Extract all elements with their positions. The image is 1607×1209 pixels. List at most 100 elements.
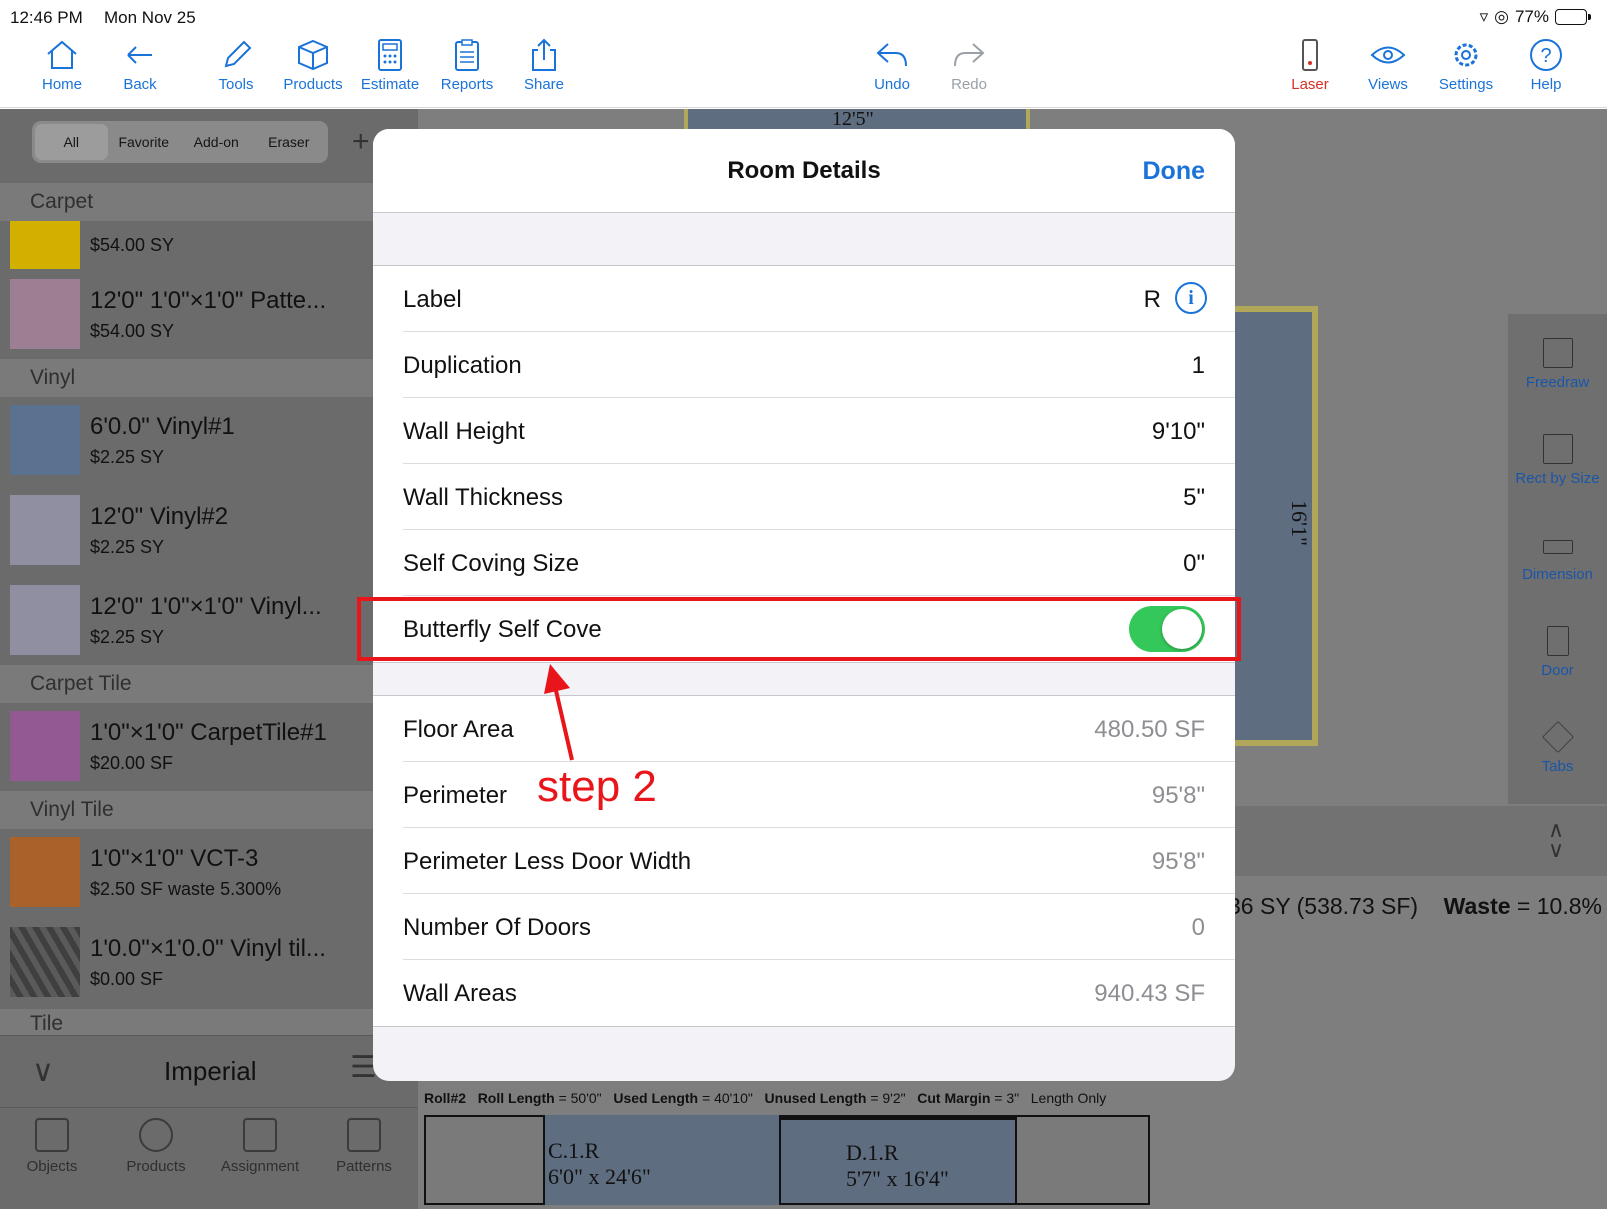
status-right: ▿ ◎ 77% bbox=[1479, 7, 1591, 27]
home-label: Home bbox=[41, 76, 82, 93]
filter-segmented-control: All Favorite Add-on Eraser bbox=[32, 121, 328, 163]
info-icon[interactable]: i bbox=[1175, 282, 1207, 314]
wall-thickness-value[interactable]: 5" bbox=[1183, 484, 1205, 512]
label-row[interactable]: Label R i bbox=[403, 266, 1235, 332]
home-icon bbox=[47, 40, 77, 69]
list-item[interactable]: 12'0" Vinyl#2 $2.25 SY bbox=[10, 495, 418, 569]
cut-d1r-size: 5'7" x 16'4" bbox=[846, 1166, 949, 1191]
duplication-label: Duplication bbox=[403, 352, 522, 379]
objects-icon bbox=[35, 1118, 69, 1152]
views-label: Views bbox=[1368, 76, 1408, 93]
tab-products[interactable]: Products bbox=[104, 1118, 208, 1175]
modal-header: Room Details Done bbox=[373, 129, 1235, 213]
share-button[interactable]: Share bbox=[506, 38, 582, 102]
reports-button[interactable]: Reports bbox=[429, 38, 505, 102]
tools-button[interactable]: Tools bbox=[198, 38, 274, 102]
product-name: 12'0" 1'0"×1'0" Patte... bbox=[90, 287, 327, 314]
tabs-label: Tabs bbox=[1541, 758, 1574, 775]
done-button[interactable]: Done bbox=[1143, 157, 1206, 186]
list-item[interactable]: 6'0.0" Vinyl#1 $2.25 SY bbox=[10, 405, 418, 479]
self-coving-value[interactable]: 0" bbox=[1183, 550, 1205, 578]
tab-assignment[interactable]: Assignment bbox=[208, 1118, 312, 1175]
back-button[interactable]: Back bbox=[102, 38, 178, 102]
tab-patterns[interactable]: Patterns bbox=[312, 1118, 416, 1175]
location-icon: ◎ bbox=[1494, 7, 1509, 26]
tab-objects[interactable]: Objects bbox=[0, 1118, 104, 1175]
floor-area-row: Floor Area 480.50 SF bbox=[403, 696, 1235, 762]
help-button[interactable]: ? Help bbox=[1508, 38, 1584, 102]
status-bar: 12:46 PM Mon Nov 25 ▿ ◎ 77% bbox=[0, 0, 1607, 32]
highlight-box bbox=[357, 597, 1241, 661]
rect-by-size-button[interactable]: Rect by Size bbox=[1508, 434, 1607, 487]
unused-length: = 9'2" bbox=[870, 1090, 906, 1106]
top-toolbar: Home Back Tools Products Estimate Report… bbox=[0, 32, 1607, 108]
product-name: 1'0"×1'0" VCT-3 bbox=[90, 845, 259, 872]
calculator-icon bbox=[378, 39, 402, 71]
wall-thickness-row[interactable]: Wall Thickness 5" bbox=[403, 464, 1235, 530]
dimension-button[interactable]: Dimension bbox=[1508, 530, 1607, 583]
chevron-down-icon[interactable]: ∨ bbox=[32, 1054, 54, 1089]
filter-favorite[interactable]: Favorite bbox=[108, 124, 181, 160]
clipboard-icon bbox=[455, 39, 479, 71]
wall-thickness-label: Wall Thickness bbox=[403, 484, 564, 511]
product-swatch bbox=[10, 927, 80, 997]
duplication-value[interactable]: 1 bbox=[1192, 352, 1205, 380]
list-item[interactable]: 1'0"×1'0" VCT-3 $2.50 SF waste 5.300% bbox=[10, 837, 418, 911]
wifi-icon: ▿ bbox=[1479, 7, 1489, 26]
help-label: Help bbox=[1530, 76, 1562, 93]
number-of-doors-row: Number Of Doors 0 bbox=[403, 894, 1235, 960]
freedraw-icon bbox=[1542, 338, 1573, 368]
product-name: 6'0.0" Vinyl#1 bbox=[90, 413, 235, 440]
laser-button[interactable]: Laser bbox=[1272, 38, 1348, 102]
summary-text: 36 SY (538.73 SF) Waste = 10.8% bbox=[1228, 893, 1602, 920]
door-button[interactable]: Door bbox=[1508, 626, 1607, 679]
share-label: Share bbox=[523, 76, 565, 93]
filter-eraser[interactable]: Eraser bbox=[253, 124, 326, 160]
product-price: $54.00 SY bbox=[90, 235, 175, 255]
checklist-icon bbox=[243, 1118, 277, 1152]
perimeter-row: Perimeter 95'8" bbox=[403, 762, 1235, 828]
filter-all[interactable]: All bbox=[35, 124, 108, 160]
list-item[interactable]: 1'0"×1'0" CarpetTile#1 $20.00 SF bbox=[10, 711, 418, 785]
product-swatch bbox=[10, 711, 80, 781]
expand-collapse-icon[interactable]: ∧ ∨ bbox=[1548, 819, 1564, 861]
battery-percent: 77% bbox=[1514, 7, 1549, 26]
duplication-row[interactable]: Duplication 1 bbox=[403, 332, 1235, 398]
section-vinyl-tile: Vinyl Tile bbox=[0, 791, 418, 829]
views-button[interactable]: Views bbox=[1350, 38, 1426, 102]
self-coving-row[interactable]: Self Coving Size 0" bbox=[403, 530, 1235, 596]
svg-text:?: ? bbox=[1540, 45, 1551, 67]
tabs-button[interactable]: Tabs bbox=[1508, 721, 1607, 775]
product-price: $20.00 SF bbox=[90, 753, 174, 773]
undo-button[interactable]: Undo bbox=[854, 38, 930, 102]
roll-info: Roll#2 Roll Length = 50'0" Used Length =… bbox=[424, 1090, 1106, 1106]
wall-height-row[interactable]: Wall Height 9'10" bbox=[403, 398, 1235, 464]
products-label: Products bbox=[283, 76, 343, 93]
product-price: $54.00 SY bbox=[90, 321, 175, 341]
back-label: Back bbox=[123, 76, 157, 93]
cut-d1r-label: D.1.R 5'7" x 16'4" bbox=[846, 1140, 949, 1192]
settings-button[interactable]: Settings bbox=[1428, 38, 1504, 102]
product-price: $0.00 SF bbox=[90, 969, 164, 989]
wall-height-value[interactable]: 9'10" bbox=[1152, 418, 1205, 446]
product-name: 12'0" Vinyl#2 bbox=[90, 503, 229, 530]
list-item[interactable]: $54.00 SY bbox=[10, 221, 418, 269]
unused-length-label: Unused Length bbox=[764, 1090, 867, 1106]
add-product-icon[interactable]: + bbox=[352, 125, 370, 159]
share-icon bbox=[532, 38, 556, 71]
products-button[interactable]: Products bbox=[275, 38, 351, 102]
dimension-side: 16'1" bbox=[1286, 500, 1312, 546]
filter-addon[interactable]: Add-on bbox=[180, 124, 253, 160]
units-label[interactable]: Imperial bbox=[164, 1056, 256, 1087]
label-row-value[interactable]: R bbox=[1144, 286, 1161, 314]
home-button[interactable]: Home bbox=[24, 38, 100, 102]
redo-button[interactable]: Redo bbox=[931, 38, 1007, 102]
wall-areas-row: Wall Areas 940.43 SF bbox=[403, 960, 1235, 1026]
bottom-tab-bar: Objects Products Assignment Patterns bbox=[0, 1107, 418, 1209]
estimate-button[interactable]: Estimate bbox=[352, 38, 428, 102]
waste-value: = 10.8% bbox=[1516, 893, 1602, 919]
settings-label: Settings bbox=[1438, 76, 1494, 93]
freedraw-button[interactable]: Freedraw bbox=[1508, 338, 1607, 391]
list-item[interactable]: 12'0" 1'0"×1'0" Patte... $54.00 SY bbox=[10, 279, 418, 353]
list-item[interactable]: 1'0.0"×1'0.0" Vinyl til... $0.00 SF bbox=[10, 927, 418, 1001]
